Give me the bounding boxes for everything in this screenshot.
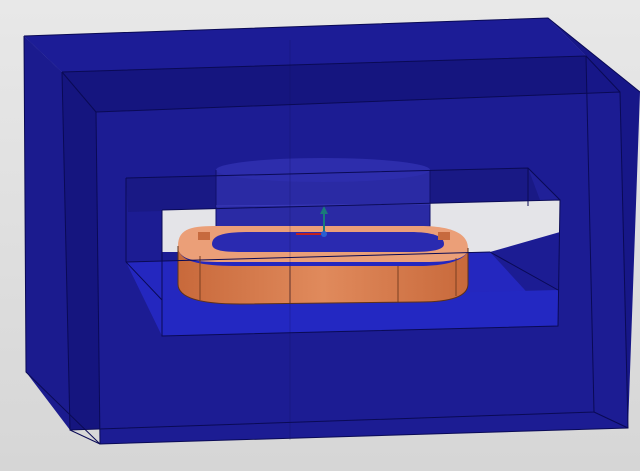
core-top <box>216 158 430 182</box>
cad-3d-viewport[interactable] <box>0 0 640 471</box>
coil-notch-left <box>198 232 210 240</box>
triad-origin <box>321 231 327 237</box>
coil-inner-hole <box>212 232 444 252</box>
cad-model-scene[interactable] <box>0 0 640 471</box>
coil-notch-right <box>438 232 450 240</box>
